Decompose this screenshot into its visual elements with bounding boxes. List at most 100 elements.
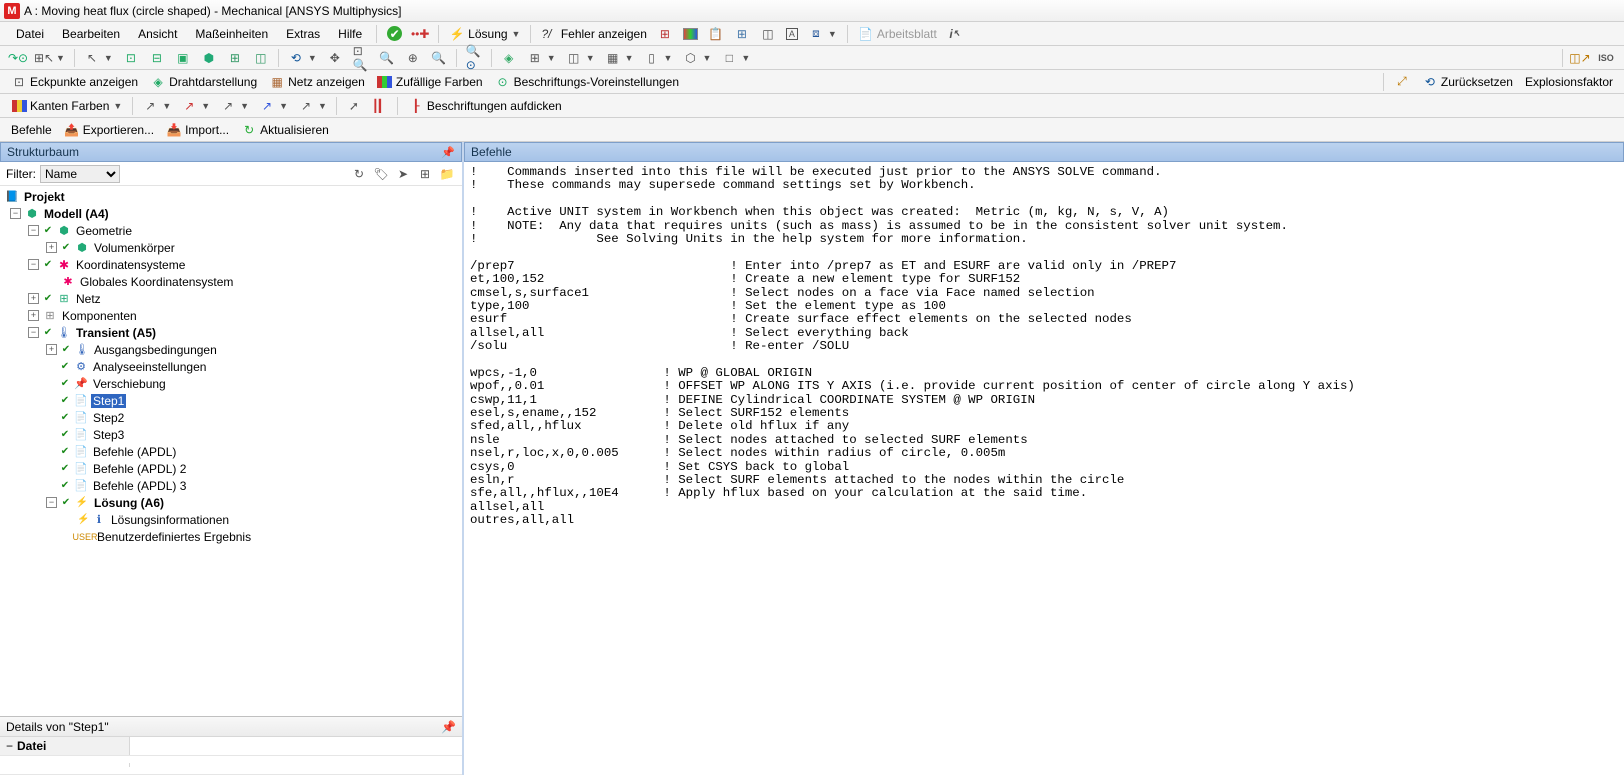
fehler-anzeigen-button[interactable]: ?/ Fehler anzeigen (537, 25, 650, 43)
view-cube-icon[interactable]: ⊞▼ (523, 48, 560, 68)
import-button[interactable]: 📥Import... (161, 120, 234, 140)
vertex-sel-tool[interactable]: ⊡ (119, 48, 143, 68)
expander[interactable]: + (28, 310, 39, 321)
expander[interactable]: − (28, 259, 39, 270)
info-cursor-icon[interactable]: i↖ (943, 24, 967, 44)
dots-icon-button[interactable]: ••✚ (408, 24, 432, 44)
node-verschiebung[interactable]: Verschiebung (91, 377, 168, 391)
tag-filter-icon[interactable]: 🏷 (372, 165, 390, 183)
view-grid-icon[interactable]: ▦▼ (601, 48, 638, 68)
tb-icon-1[interactable]: ⊞ (653, 24, 677, 44)
node-step1[interactable]: Step1 (91, 394, 126, 408)
view-shade-icon[interactable]: ⬡▼ (678, 48, 715, 68)
beschr-button[interactable]: ⊙Beschriftungs-Voreinstellungen (490, 72, 684, 92)
node-benutzerdefiniertes-ergebnis[interactable]: Benutzerdefiniertes Ergebnis (95, 530, 253, 544)
iso-mat-icon[interactable]: ISO (1594, 48, 1618, 68)
expander[interactable]: + (46, 344, 57, 355)
node-sel-tool[interactable]: ⊞ (223, 48, 247, 68)
zufallig-button[interactable]: Zufällige Farben (372, 72, 488, 92)
menu-masseinheiten[interactable]: Maßeinheiten (187, 24, 276, 44)
pin-icon[interactable]: 📌 (441, 146, 455, 159)
node-step3[interactable]: Step3 (91, 428, 126, 442)
face-sel-tool[interactable]: ▣ (171, 48, 195, 68)
edge4-icon[interactable]: ↗▼ (255, 96, 292, 116)
pan-tool[interactable]: ✥ (323, 48, 347, 68)
arrow-filter-icon[interactable]: ➤ (394, 165, 412, 183)
expand-all-icon[interactable]: ⊞ (416, 165, 434, 183)
menu-ansicht[interactable]: Ansicht (130, 24, 185, 44)
edge3-icon[interactable]: ↗▼ (216, 96, 253, 116)
expander[interactable]: − (46, 497, 57, 508)
draht-button[interactable]: ◈Drahtdarstellung (145, 72, 262, 92)
edge1-icon[interactable]: ↗▼ (138, 96, 175, 116)
outline-tree[interactable]: 📘Projekt −⬢Modell (A4) −⬢Geometrie +⬢Vol… (0, 186, 462, 716)
node-befehle-apdl[interactable]: Befehle (APDL) (91, 445, 178, 459)
tb-icon-2[interactable] (679, 26, 702, 42)
commands-editor[interactable]: ! Commands inserted into this file will … (464, 162, 1624, 775)
edge5-icon[interactable]: ↗▼ (294, 96, 331, 116)
select-adj-tool[interactable]: ⊞↖▼ (32, 48, 69, 68)
cursor-tool[interactable]: ↖▼ (80, 48, 117, 68)
node-analyseeinstellungen[interactable]: Analyseeinstellungen (91, 360, 208, 374)
node-koordinatensysteme[interactable]: Koordinatensysteme (74, 258, 187, 272)
node-modell[interactable]: Modell (A4) (42, 207, 111, 221)
edge-sel-tool[interactable]: ⊟ (145, 48, 169, 68)
look-tool[interactable]: 🔍⊙ (462, 48, 486, 68)
check-icon-button[interactable]: ✔ (383, 24, 406, 43)
view-proj-icon[interactable]: ▯▼ (640, 48, 677, 68)
refresh-filter-icon[interactable]: ↻ (350, 165, 368, 183)
node-befehle-apdl-2[interactable]: Befehle (APDL) 2 (91, 462, 188, 476)
aktualisieren-button[interactable]: ↻Aktualisieren (236, 120, 334, 140)
netz-button[interactable]: ▦Netz anzeigen (264, 72, 370, 92)
node-glob-koordsys[interactable]: Globales Koordinatensystem (78, 275, 235, 289)
menu-hilfe[interactable]: Hilfe (330, 24, 370, 44)
eckpunkte-button[interactable]: ⊡Eckpunkte anzeigen (6, 72, 143, 92)
expander[interactable]: − (28, 225, 39, 236)
zurucksetzen-button[interactable]: ⟲Zurücksetzen (1417, 72, 1518, 92)
node-loesungsinformationen[interactable]: Lösungsinformationen (109, 513, 231, 527)
exportieren-button[interactable]: 📤Exportieren... (59, 120, 159, 140)
befehle-button[interactable]: Befehle (6, 121, 57, 139)
zoom-box-tool[interactable]: ⊡🔍 (349, 48, 373, 68)
body-sel-tool[interactable]: ⬢ (197, 48, 221, 68)
node-volumenkoerper[interactable]: Volumenkörper (92, 241, 177, 255)
edge2-icon[interactable]: ↗▼ (177, 96, 214, 116)
node-komponenten[interactable]: Komponenten (60, 309, 139, 323)
iso-view-icon[interactable]: ◈ (497, 48, 521, 68)
node-geometrie[interactable]: Geometrie (74, 224, 134, 238)
node-befehle-apdl-3[interactable]: Befehle (APDL) 3 (91, 479, 188, 493)
rotate-tool[interactable]: ⟲▼ (284, 48, 321, 68)
view-box-icon[interactable]: □▼ (717, 48, 754, 68)
pin-icon[interactable]: 📌 (441, 720, 456, 734)
menu-datei[interactable]: Datei (8, 24, 52, 44)
assembly-icon[interactable]: ◫↗ (1568, 48, 1592, 68)
node-ausgangsbedingungen[interactable]: Ausgangsbedingungen (92, 343, 219, 357)
arbeitsblatt-button[interactable]: 📄Arbeitsblatt (854, 24, 941, 44)
kanten-farben-button[interactable]: Kanten Farben▼ (6, 96, 127, 116)
menu-extras[interactable]: Extras (278, 24, 328, 44)
tb-icon-6[interactable]: A (782, 26, 802, 42)
node-projekt[interactable]: Projekt (22, 190, 67, 204)
thick-icon[interactable]: ┃▎ (368, 96, 392, 116)
node-loesung[interactable]: Lösung (A6) (92, 496, 166, 510)
elem-sel-tool[interactable]: ◫ (249, 48, 273, 68)
expander[interactable]: − (28, 327, 39, 338)
expander[interactable]: + (28, 293, 39, 304)
tb-icon-3[interactable]: 📋 (704, 24, 728, 44)
tb-icon-7[interactable]: ⧈▼ (804, 24, 841, 44)
arrow-icon[interactable]: ➚ (342, 96, 366, 116)
menu-bearbeiten[interactable]: Bearbeiten (54, 24, 128, 44)
zoom-tool[interactable]: 🔍 (375, 48, 399, 68)
node-step2[interactable]: Step2 (91, 411, 126, 425)
expander[interactable]: − (10, 208, 21, 219)
tb-icon-4[interactable]: ⊞ (730, 24, 754, 44)
node-transient[interactable]: Transient (A5) (74, 326, 158, 340)
select-tool[interactable]: ↷⊙ (6, 48, 30, 68)
zoom-fit-tool[interactable]: ⊕ (401, 48, 425, 68)
beschr-aufdicken-button[interactable]: ┠Beschriftungen aufdicken (403, 96, 567, 116)
view-plane-icon[interactable]: ◫▼ (562, 48, 599, 68)
explosionsfaktor-button[interactable]: Explosionsfaktor (1520, 73, 1618, 91)
folder-filter-icon[interactable]: 📁 (438, 165, 456, 183)
expand-icon[interactable]: ⤢ (1389, 72, 1415, 92)
filter-select[interactable]: Name (40, 165, 120, 183)
